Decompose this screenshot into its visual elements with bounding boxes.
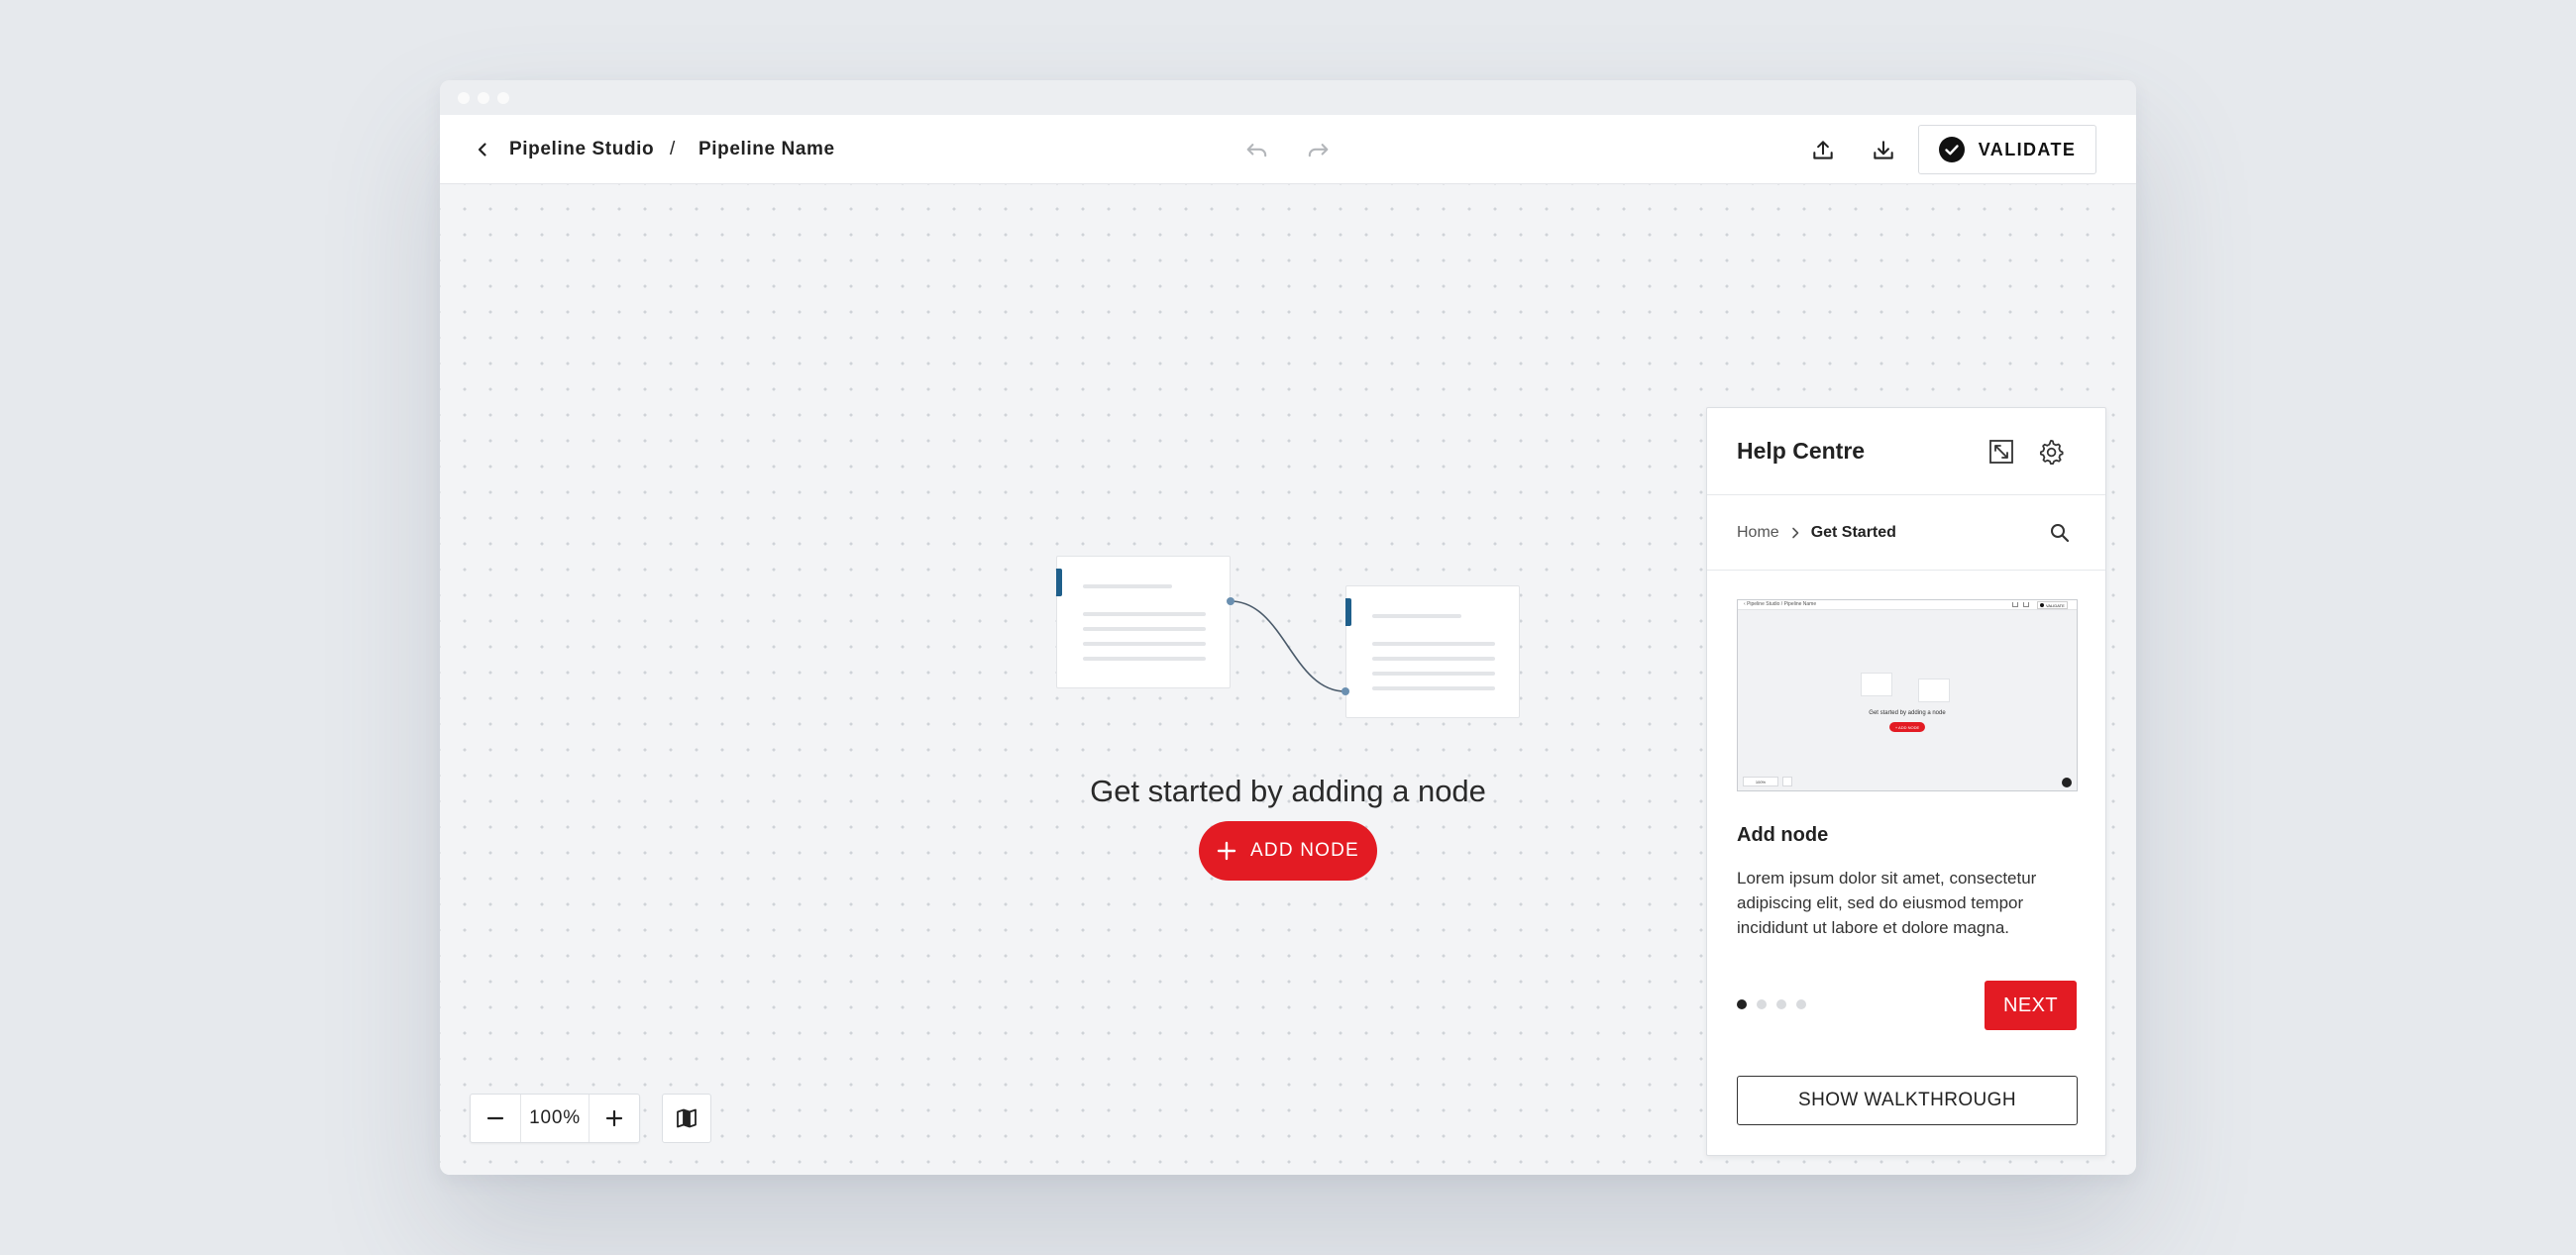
pager-dot-3[interactable] <box>1776 999 1786 1009</box>
pager-dot-1[interactable] <box>1737 999 1747 1009</box>
help-centre-title: Help Centre <box>1737 438 1866 464</box>
window-titlebar <box>440 80 2136 115</box>
next-button[interactable]: NEXT <box>1985 981 2077 1030</box>
download-icon[interactable] <box>1868 135 1899 166</box>
window-dot-close[interactable] <box>458 91 470 104</box>
help-step-pager <box>1737 999 1806 1009</box>
help-step-title: Add node <box>1737 824 1829 846</box>
add-node-button[interactable]: ADD NODE <box>1199 821 1377 881</box>
chevron-left-icon[interactable] <box>470 137 495 162</box>
validate-button[interactable]: VALIDATE <box>1918 125 2096 174</box>
help-step-preview-image: ‹ Pipeline Studio / Pipeline Name VALIDA… <box>1737 599 2078 791</box>
gear-icon[interactable] <box>2034 435 2068 469</box>
zoom-level: 100% <box>520 1095 590 1142</box>
window-dot-minimize[interactable] <box>478 91 489 104</box>
pipeline-canvas[interactable]: Get started by adding a node ADD NODE 10… <box>440 184 2136 1175</box>
illustration-connector <box>1227 597 1349 695</box>
undo-icon[interactable] <box>1242 136 1272 165</box>
map-icon[interactable] <box>662 1094 711 1143</box>
validate-label: VALIDATE <box>1978 139 2077 159</box>
help-centre-panel: Help Centre Home Get Started ‹ Pipeline … <box>1706 407 2106 1156</box>
top-toolbar: Pipeline Studio / Pipeline Name VALIDATE <box>440 115 2136 184</box>
check-circle-icon <box>1938 137 1965 162</box>
expand-icon[interactable] <box>1985 435 2018 469</box>
redo-icon[interactable] <box>1303 136 1333 165</box>
breadcrumb-separator: / <box>670 139 676 159</box>
preview-empty-title: Get started by adding a node <box>1869 710 1946 716</box>
plus-icon[interactable] <box>590 1095 639 1142</box>
window-dot-maximize[interactable] <box>497 91 509 104</box>
preview-pipeline-name: Pipeline Name <box>1783 601 1817 607</box>
app-window: Pipeline Studio / Pipeline Name VALIDATE <box>440 80 2136 1175</box>
zoom-controls: 100% <box>470 1094 640 1143</box>
show-walkthrough-button[interactable]: SHOW WALKTHROUGH <box>1737 1076 2078 1125</box>
search-icon[interactable] <box>2044 517 2076 549</box>
preview-validate-label: VALIDATE <box>2046 602 2065 608</box>
breadcrumb-pipeline-name[interactable]: Pipeline Name <box>698 115 835 184</box>
help-breadcrumb-home[interactable]: Home <box>1737 524 1779 542</box>
help-step-body: Lorem ipsum dolor sit amet, consectetur … <box>1737 869 2037 937</box>
pager-dot-2[interactable] <box>1757 999 1767 1009</box>
preview-app-name: Pipeline Studio <box>1747 601 1780 607</box>
add-node-label: ADD NODE <box>1250 840 1359 861</box>
minus-icon[interactable] <box>471 1095 520 1142</box>
preview-zoom-level: 100% <box>1743 777 1778 786</box>
breadcrumb-app-name[interactable]: Pipeline Studio <box>509 115 654 184</box>
upload-icon[interactable] <box>1807 135 1839 166</box>
chevron-right-icon <box>1789 527 1801 539</box>
pager-dot-4[interactable] <box>1796 999 1806 1009</box>
help-breadcrumb-current: Get Started <box>1810 523 1896 541</box>
plus-icon <box>1217 841 1236 861</box>
help-centre-header: Help Centre <box>1707 408 2105 495</box>
empty-state-illustration <box>1056 556 1522 724</box>
preview-add-node-label: + ADD NODE <box>1889 722 1925 732</box>
help-breadcrumb: Home Get Started <box>1707 495 2105 571</box>
